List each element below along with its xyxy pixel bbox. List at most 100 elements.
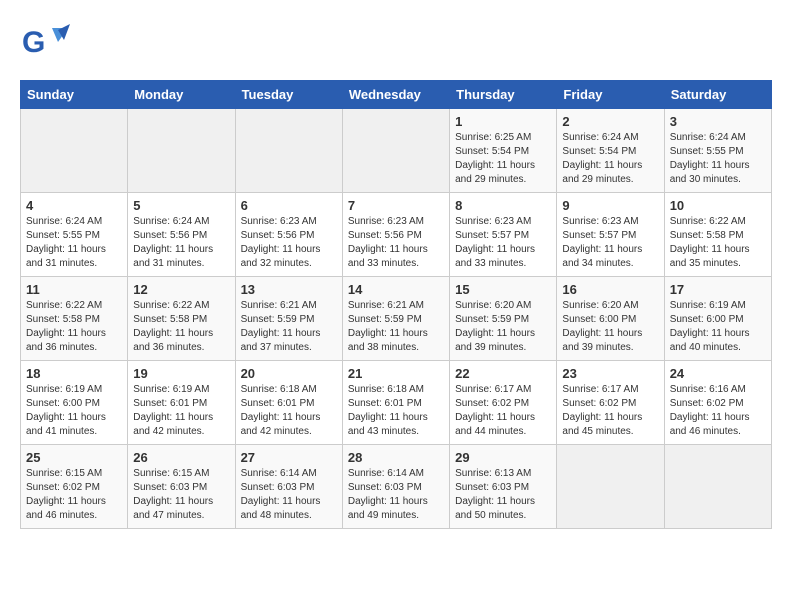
calendar-cell bbox=[235, 109, 342, 193]
calendar-cell bbox=[557, 445, 664, 529]
cell-daylight: Daylight: 11 hours and 46 minutes. bbox=[670, 412, 750, 437]
day-header-friday: Friday bbox=[557, 81, 664, 109]
cell-sunrise: Sunrise: 6:15 AM bbox=[26, 468, 102, 479]
day-number: 27 bbox=[241, 450, 337, 465]
calendar-table: SundayMondayTuesdayWednesdayThursdayFrid… bbox=[20, 80, 772, 529]
day-number: 15 bbox=[455, 282, 551, 297]
cell-sunrise: Sunrise: 6:23 AM bbox=[348, 216, 424, 227]
calendar-week-row: 4 Sunrise: 6:24 AM Sunset: 5:55 PM Daylight… bbox=[21, 193, 772, 277]
cell-sunrise: Sunrise: 6:14 AM bbox=[348, 468, 424, 479]
day-header-thursday: Thursday bbox=[450, 81, 557, 109]
cell-sunrise: Sunrise: 6:22 AM bbox=[26, 300, 102, 311]
cell-daylight: Daylight: 11 hours and 29 minutes. bbox=[455, 160, 535, 185]
cell-sunrise: Sunrise: 6:22 AM bbox=[133, 300, 209, 311]
cell-sunset: Sunset: 5:59 PM bbox=[455, 314, 529, 325]
calendar-cell: 25 Sunrise: 6:15 AM Sunset: 6:02 PM Dayligh… bbox=[21, 445, 128, 529]
cell-daylight: Daylight: 11 hours and 31 minutes. bbox=[26, 244, 106, 269]
cell-sunrise: Sunrise: 6:24 AM bbox=[133, 216, 209, 227]
cell-daylight: Daylight: 11 hours and 49 minutes. bbox=[348, 496, 428, 521]
cell-sunset: Sunset: 5:58 PM bbox=[133, 314, 207, 325]
cell-sunrise: Sunrise: 6:15 AM bbox=[133, 468, 209, 479]
cell-daylight: Daylight: 11 hours and 30 minutes. bbox=[670, 160, 750, 185]
cell-daylight: Daylight: 11 hours and 42 minutes. bbox=[133, 412, 213, 437]
cell-sunset: Sunset: 6:02 PM bbox=[26, 482, 100, 493]
cell-sunset: Sunset: 5:55 PM bbox=[670, 146, 744, 157]
day-number: 5 bbox=[133, 198, 229, 213]
calendar-week-row: 18Sunrise: 6:19 AMSunset: 6:00 PMDayligh… bbox=[21, 361, 772, 445]
day-number: 20 bbox=[241, 366, 337, 381]
cell-sunset: Sunset: 6:00 PM bbox=[562, 314, 636, 325]
calendar-cell: 20Sunrise: 6:18 AMSunset: 6:01 PMDayligh… bbox=[235, 361, 342, 445]
logo-icon: G bbox=[20, 20, 70, 70]
day-number: 23 bbox=[562, 366, 658, 381]
cell-sunset: Sunset: 6:01 PM bbox=[241, 398, 315, 409]
cell-daylight: Daylight: 11 hours and 41 minutes. bbox=[26, 412, 106, 437]
cell-sunset: Sunset: 5:54 PM bbox=[562, 146, 636, 157]
cell-sunset: Sunset: 5:59 PM bbox=[348, 314, 422, 325]
cell-daylight: Daylight: 11 hours and 37 minutes. bbox=[241, 328, 321, 353]
cell-sunset: Sunset: 6:03 PM bbox=[348, 482, 422, 493]
day-number: 10 bbox=[670, 198, 766, 213]
cell-daylight: Daylight: 11 hours and 48 minutes. bbox=[241, 496, 321, 521]
cell-sunset: Sunset: 6:03 PM bbox=[133, 482, 207, 493]
cell-sunset: Sunset: 5:54 PM bbox=[455, 146, 529, 157]
cell-sunrise: Sunrise: 6:25 AM bbox=[455, 132, 531, 143]
cell-daylight: Daylight: 11 hours and 36 minutes. bbox=[26, 328, 106, 353]
cell-sunrise: Sunrise: 6:18 AM bbox=[348, 384, 424, 395]
cell-daylight: Daylight: 11 hours and 38 minutes. bbox=[348, 328, 428, 353]
calendar-cell: 8Sunrise: 6:23 AMSunset: 5:57 PMDaylight… bbox=[450, 193, 557, 277]
calendar-cell: 29Sunrise: 6:13 AMSunset: 6:03 PMDayligh… bbox=[450, 445, 557, 529]
calendar-cell: 5Sunrise: 6:24 AMSunset: 5:56 PMDaylight… bbox=[128, 193, 235, 277]
cell-sunset: Sunset: 6:03 PM bbox=[241, 482, 315, 493]
cell-daylight: Daylight: 11 hours and 34 minutes. bbox=[562, 244, 642, 269]
cell-sunrise: Sunrise: 6:22 AM bbox=[670, 216, 746, 227]
cell-daylight: Daylight: 11 hours and 32 minutes. bbox=[241, 244, 321, 269]
day-header-sunday: Sunday bbox=[21, 81, 128, 109]
day-number: 18 bbox=[26, 366, 122, 381]
cell-sunrise: Sunrise: 6:18 AM bbox=[241, 384, 317, 395]
day-number: 3 bbox=[670, 114, 766, 129]
day-number: 1 bbox=[455, 114, 551, 129]
cell-daylight: Daylight: 11 hours and 40 minutes. bbox=[670, 328, 750, 353]
calendar-cell: 14Sunrise: 6:21 AMSunset: 5:59 PMDayligh… bbox=[342, 277, 449, 361]
calendar-cell: 18Sunrise: 6:19 AMSunset: 6:00 PMDayligh… bbox=[21, 361, 128, 445]
calendar-cell: 15Sunrise: 6:20 AMSunset: 5:59 PMDayligh… bbox=[450, 277, 557, 361]
day-number: 21 bbox=[348, 366, 444, 381]
cell-sunset: Sunset: 6:02 PM bbox=[670, 398, 744, 409]
calendar-cell: 2Sunrise: 6:24 AMSunset: 5:54 PMDaylight… bbox=[557, 109, 664, 193]
day-number: 29 bbox=[455, 450, 551, 465]
cell-daylight: Daylight: 11 hours and 36 minutes. bbox=[133, 328, 213, 353]
cell-sunrise: Sunrise: 6:16 AM bbox=[670, 384, 746, 395]
cell-daylight: Daylight: 11 hours and 33 minutes. bbox=[348, 244, 428, 269]
calendar-cell bbox=[342, 109, 449, 193]
day-number: 24 bbox=[670, 366, 766, 381]
cell-daylight: Daylight: 11 hours and 31 minutes. bbox=[133, 244, 213, 269]
day-header-saturday: Saturday bbox=[664, 81, 771, 109]
cell-sunrise: Sunrise: 6:20 AM bbox=[455, 300, 531, 311]
cell-sunset: Sunset: 5:55 PM bbox=[26, 230, 100, 241]
day-number: 17 bbox=[670, 282, 766, 297]
cell-daylight: Daylight: 11 hours and 46 minutes. bbox=[26, 496, 106, 521]
cell-sunrise: Sunrise: 6:13 AM bbox=[455, 468, 531, 479]
cell-sunset: Sunset: 5:58 PM bbox=[26, 314, 100, 325]
day-number: 8 bbox=[455, 198, 551, 213]
calendar-cell bbox=[664, 445, 771, 529]
cell-sunset: Sunset: 6:02 PM bbox=[455, 398, 529, 409]
calendar-cell bbox=[21, 109, 128, 193]
cell-sunrise: Sunrise: 6:19 AM bbox=[670, 300, 746, 311]
day-header-tuesday: Tuesday bbox=[235, 81, 342, 109]
calendar-cell: 23Sunrise: 6:17 AMSunset: 6:02 PMDayligh… bbox=[557, 361, 664, 445]
day-number: 25 bbox=[26, 450, 122, 465]
day-number: 4 bbox=[26, 198, 122, 213]
cell-sunrise: Sunrise: 6:23 AM bbox=[455, 216, 531, 227]
cell-sunset: Sunset: 5:57 PM bbox=[562, 230, 636, 241]
logo: G bbox=[20, 20, 74, 70]
cell-sunrise: Sunrise: 6:14 AM bbox=[241, 468, 317, 479]
cell-daylight: Daylight: 11 hours and 43 minutes. bbox=[348, 412, 428, 437]
day-number: 13 bbox=[241, 282, 337, 297]
calendar-cell: 13Sunrise: 6:21 AMSunset: 5:59 PMDayligh… bbox=[235, 277, 342, 361]
cell-daylight: Daylight: 11 hours and 39 minutes. bbox=[562, 328, 642, 353]
cell-sunrise: Sunrise: 6:21 AM bbox=[348, 300, 424, 311]
cell-daylight: Daylight: 11 hours and 45 minutes. bbox=[562, 412, 642, 437]
cell-sunset: Sunset: 6:01 PM bbox=[348, 398, 422, 409]
